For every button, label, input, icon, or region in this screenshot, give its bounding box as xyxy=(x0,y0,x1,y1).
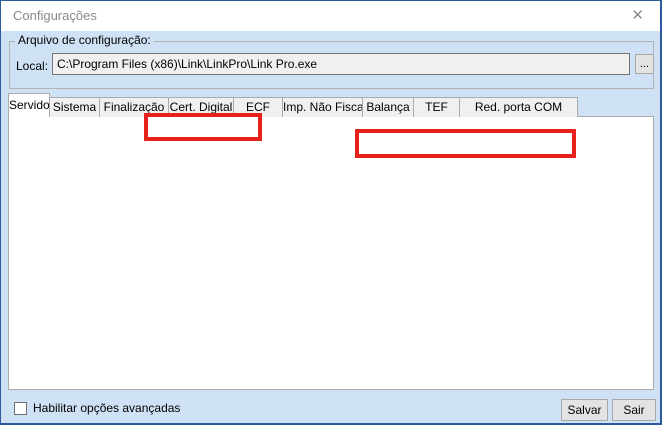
tab-sistema[interactable]: Sistema xyxy=(49,97,100,117)
tab-finalizacao[interactable]: Finalização xyxy=(99,97,169,117)
tab-strip: Servidor Sistema Finalização Cert. Digit… xyxy=(8,93,578,117)
tab-cert-digital[interactable]: Cert. Digital xyxy=(168,97,234,117)
tab-ecf[interactable]: ECF xyxy=(233,97,283,117)
titlebar: Configurações ✕ xyxy=(1,1,660,31)
local-label: Local: xyxy=(16,59,48,73)
config-file-group-title: Arquivo de configuração: xyxy=(15,33,154,47)
exit-button[interactable]: Sair xyxy=(612,399,656,421)
settings-dialog: Configurações ✕ Arquivo de configuração:… xyxy=(0,0,662,425)
config-file-group: Arquivo de configuração: Local: ... xyxy=(9,41,654,89)
tab-red-porta-com[interactable]: Red. porta COM xyxy=(459,97,578,117)
browse-config-button[interactable]: ... xyxy=(635,54,654,74)
config-path-input[interactable] xyxy=(52,53,630,75)
advanced-options-checkbox[interactable] xyxy=(14,402,27,415)
tab-balanca[interactable]: Balança xyxy=(362,97,414,117)
tab-page-servidor xyxy=(8,116,654,390)
window-title: Configurações xyxy=(13,1,97,31)
close-icon[interactable]: ✕ xyxy=(631,1,644,31)
tab-tef[interactable]: TEF xyxy=(413,97,460,117)
advanced-options-label: Habilitar opções avançadas xyxy=(33,401,180,415)
tab-imp-nao-fiscal[interactable]: Imp. Não Fiscal xyxy=(282,97,363,117)
save-button[interactable]: Salvar xyxy=(561,399,608,421)
tab-servidor[interactable]: Servidor xyxy=(8,93,50,117)
